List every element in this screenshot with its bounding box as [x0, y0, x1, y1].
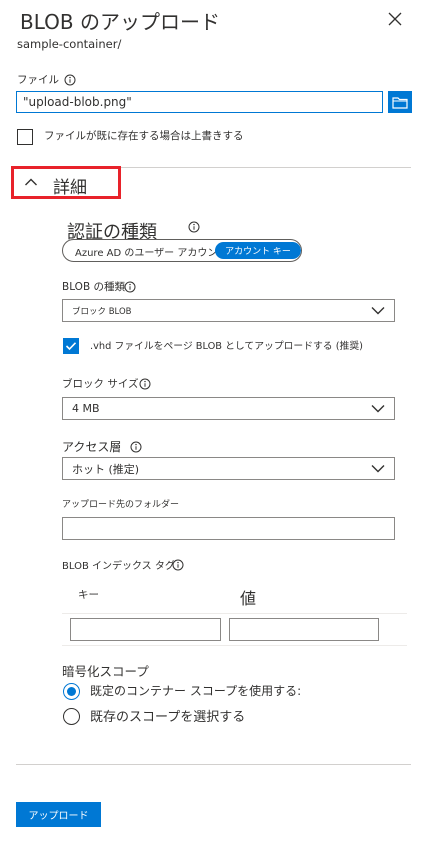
info-icon[interactable] [130, 441, 142, 453]
access-tier-label-row: アクセス層 [62, 438, 142, 455]
encryption-default-radio[interactable] [63, 683, 80, 700]
index-tags-label: BLOB インデックス タグ [62, 561, 175, 572]
access-tier-select[interactable]: ホット (推定) [62, 457, 395, 480]
overwrite-label: ファイルが既に存在する場合は上書きする [44, 130, 244, 142]
file-label-row: ファイル [17, 72, 76, 87]
vhd-checkbox[interactable] [63, 338, 79, 354]
file-label: ファイル [17, 74, 59, 86]
folder-icon [392, 96, 408, 109]
access-tier-value: ホット (推定) [72, 462, 140, 476]
vhd-label: .vhd ファイルをページ BLOB としてアップロードする (推奨) [90, 341, 363, 352]
advanced-toggle-label[interactable]: 詳細 [53, 173, 87, 198]
footer-divider [16, 764, 411, 765]
folder-label: アップロード先のフォルダー [62, 500, 180, 510]
block-size-label: ブロック サイズ [62, 378, 139, 390]
chevron-down-icon [371, 307, 385, 315]
panel-title: BLOB のアップロード [20, 10, 220, 34]
info-icon[interactable] [188, 221, 200, 233]
block-size-label-row: ブロック サイズ [62, 376, 151, 391]
encryption-default-label: 既定のコンテナー スコープを使用する: [90, 684, 302, 698]
container-path: sample-container/ [17, 37, 122, 51]
auth-type-toggle: Azure AD のユーザー アカウン アカウント キー [62, 239, 302, 262]
tag-row-divider [62, 645, 407, 646]
chevron-down-icon [371, 405, 385, 413]
chevron-down-icon [371, 465, 385, 473]
upload-button[interactable]: アップロード [16, 802, 101, 827]
encryption-existing-label: 既存のスコープを選択する [90, 710, 246, 725]
tag-header-divider [62, 613, 407, 614]
auth-option-azure-ad[interactable]: Azure AD のユーザー アカウン [75, 244, 217, 259]
tag-key-header: キー [78, 589, 99, 601]
access-tier-label: アクセス層 [62, 440, 122, 454]
block-size-select[interactable]: 4 MB [62, 397, 395, 420]
radio-dot [67, 687, 76, 696]
encryption-existing-radio[interactable] [63, 708, 80, 725]
tag-key-input[interactable] [70, 618, 221, 641]
info-icon[interactable] [124, 281, 136, 293]
overwrite-checkbox[interactable] [17, 129, 33, 145]
info-icon[interactable] [172, 559, 184, 571]
info-icon[interactable] [139, 378, 151, 390]
blob-type-value: ブロック BLOB [72, 306, 132, 317]
auth-option-account-key[interactable]: アカウント キー [215, 242, 301, 259]
checkmark-icon [65, 342, 77, 351]
browse-button[interactable] [388, 91, 412, 113]
blob-type-label-row: BLOB の種類 [62, 279, 136, 294]
close-icon[interactable] [384, 8, 406, 30]
tag-value-input[interactable] [229, 618, 379, 641]
file-input[interactable]: "upload-blob.png" [16, 91, 383, 113]
info-icon[interactable] [64, 74, 76, 86]
block-size-value: 4 MB [72, 402, 100, 415]
blob-type-select[interactable]: ブロック BLOB [62, 299, 395, 322]
encryption-label: 暗号化スコープ [62, 664, 149, 679]
chevron-up-icon[interactable] [24, 177, 38, 187]
tag-value-header: 値 [240, 589, 257, 608]
blob-type-label: BLOB の種類 [62, 281, 125, 293]
folder-input[interactable] [62, 517, 395, 540]
index-tags-label-row: BLOB インデックス タグ [62, 557, 184, 572]
